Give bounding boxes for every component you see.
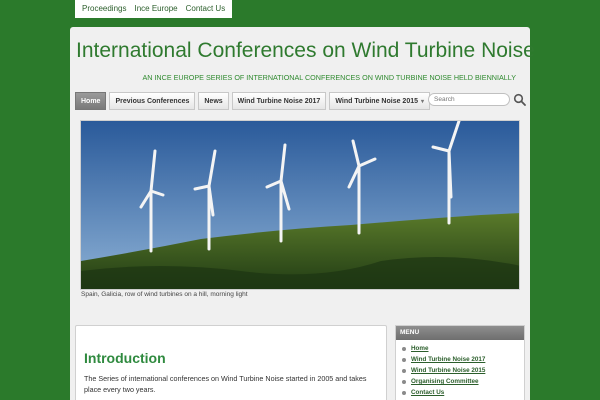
search-input[interactable] xyxy=(428,93,510,106)
sidebar-item-label: Organising Committee xyxy=(411,378,479,385)
sidebar-menu: Menu Home Wind Turbine Noise 2017 Wind T… xyxy=(395,325,525,400)
bullet-icon xyxy=(402,379,406,384)
banner-caption: Spain, Galicia, row of wind turbines on … xyxy=(81,291,248,298)
nav-item-home[interactable]: Home xyxy=(75,92,107,110)
search-icon[interactable] xyxy=(513,93,526,106)
top-utility-bar: Proceedings Ince Europe Contact Us xyxy=(75,0,233,18)
site-tagline: An INCE Europe series of international c… xyxy=(142,73,516,82)
bullet-icon xyxy=(402,346,406,351)
nav-item-previous-conferences[interactable]: Previous Conferences xyxy=(109,92,196,110)
sidebar-item-label: Wind Turbine Noise 2015 xyxy=(411,367,486,374)
sidebar-item-home[interactable]: Home xyxy=(402,343,524,354)
sidebar-item-wtn-2015[interactable]: Wind Turbine Noise 2015 xyxy=(402,365,524,376)
nav-item-wtn-2015-label: Wind Turbine Noise 2015 xyxy=(335,97,419,105)
bullet-icon xyxy=(402,368,406,373)
sidebar-item-label: Wind Turbine Noise 2017 xyxy=(411,356,486,363)
topbar-link-contact-us[interactable]: Contact Us xyxy=(182,0,230,18)
sidebar-item-label: Home xyxy=(411,345,429,352)
nav-item-wtn-2017[interactable]: Wind Turbine Noise 2017 xyxy=(231,92,327,110)
bullet-icon xyxy=(402,357,406,362)
sidebar-item-wtn-2017[interactable]: Wind Turbine Noise 2017 xyxy=(402,354,524,365)
nav-item-news[interactable]: News xyxy=(198,92,229,110)
banner-image xyxy=(80,120,520,290)
content-heading: Introduction xyxy=(84,350,166,366)
bullet-icon xyxy=(402,390,406,395)
sidebar-title: Menu xyxy=(396,326,524,340)
main-nav: Home Previous Conferences News Wind Turb… xyxy=(75,92,431,110)
content-text: The Series of international conferences … xyxy=(84,374,367,394)
sidebar-item-contact-us[interactable]: Contact Us xyxy=(402,387,524,398)
wind-turbines-photo xyxy=(81,121,519,289)
topbar-link-proceedings[interactable]: Proceedings xyxy=(78,0,130,18)
sidebar-item-label: Contact Us xyxy=(411,389,445,396)
topbar-link-ince-europe[interactable]: Ince Europe xyxy=(130,0,181,18)
page-container: International Conferences on Wind Turbin… xyxy=(70,27,535,400)
sidebar-item-organising-committee[interactable]: Organising Committee xyxy=(402,376,524,387)
nav-item-wtn-2015[interactable]: Wind Turbine Noise 2015 ▾ xyxy=(329,92,431,110)
main-content: Introduction The Series of international… xyxy=(75,325,387,400)
site-title[interactable]: International Conferences on Wind Turbin… xyxy=(76,39,535,63)
chevron-down-icon: ▾ xyxy=(421,98,425,105)
